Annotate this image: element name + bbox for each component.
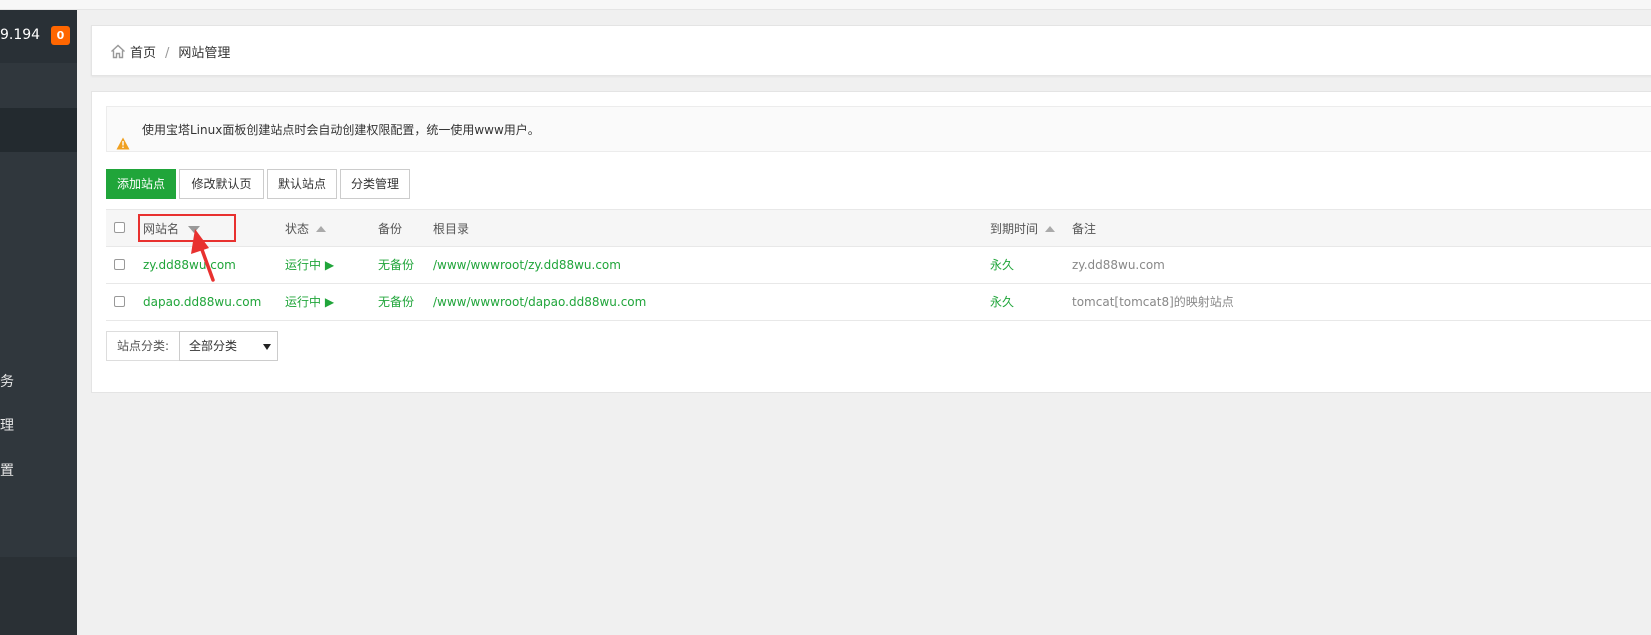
column-header-expire-label: 到期时间 <box>990 222 1039 236</box>
sort-asc-icon[interactable] <box>1045 226 1056 232</box>
column-header-expire[interactable]: 到期时间 <box>990 210 1056 248</box>
site-name-link[interactable]: dapao.dd88wu.com <box>143 284 261 321</box>
home-icon[interactable] <box>110 44 126 63</box>
website-list-card: 使用宝塔Linux面板创建站点时会自动创建权限配置，统一使用www用户。 添加站… <box>91 91 1651 393</box>
sidebar: 9.194 0 务 理 置 <box>0 10 77 635</box>
sidebar-item-tasks[interactable]: 务 <box>0 371 14 391</box>
category-select[interactable]: 全部分类 <box>179 331 279 361</box>
column-header-status-label: 状态 <box>285 222 310 236</box>
warning-icon <box>116 123 130 169</box>
sidebar-item-settings[interactable]: 置 <box>0 460 14 480</box>
site-expire-link[interactable]: 永久 <box>990 284 1014 321</box>
default-site-button[interactable]: 默认站点 <box>267 169 337 199</box>
chevron-down-icon <box>263 344 272 350</box>
category-manage-button[interactable]: 分类管理 <box>340 169 410 199</box>
category-select-value: 全部分类 <box>189 339 238 353</box>
server-ip: 9.194 <box>0 27 41 43</box>
breadcrumb: 首页 / 网站管理 <box>110 42 230 63</box>
site-name-link[interactable]: zy.dd88wu.com <box>143 247 236 284</box>
breadcrumb-current: 网站管理 <box>178 46 231 61</box>
column-header-backup: 备份 <box>378 222 403 236</box>
site-category-filter: 站点分类: 全部分类 <box>106 331 279 361</box>
table-row: zy.dd88wu.com 运行中 ▶ 无备份 /www/wwwroot/zy.… <box>106 247 1651 284</box>
row-checkbox[interactable] <box>114 259 125 270</box>
site-table: 网站名 状态 备份 根目录 到期时间 备注 zy.dd88wu.com 运行中 … <box>106 209 1651 321</box>
sort-asc-icon[interactable] <box>316 226 327 232</box>
site-status-toggle[interactable]: 运行中 ▶ <box>285 247 334 284</box>
site-expire-link[interactable]: 永久 <box>990 247 1014 284</box>
row-checkbox[interactable] <box>114 296 125 307</box>
column-header-root: 根目录 <box>433 222 470 236</box>
site-root-link[interactable]: /www/wwwroot/zy.dd88wu.com <box>433 247 621 284</box>
site-root-link[interactable]: /www/wwwroot/dapao.dd88wu.com <box>433 284 646 321</box>
notice-text: 使用宝塔Linux面板创建站点时会自动创建权限配置，统一使用www用户。 <box>142 123 540 137</box>
site-remark[interactable]: zy.dd88wu.com <box>1072 247 1165 284</box>
sidebar-item-website-active[interactable] <box>0 108 77 152</box>
annotation-highlight-box <box>138 214 236 242</box>
sidebar-item-manage[interactable]: 理 <box>0 415 14 435</box>
site-remark[interactable]: tomcat[tomcat8]的映射站点 <box>1072 284 1234 321</box>
server-ip-bar: 9.194 0 <box>0 10 77 63</box>
category-filter-label: 站点分类: <box>106 331 180 361</box>
toolbar: 添加站点 修改默认页 默认站点 分类管理 <box>106 169 413 199</box>
breadcrumb-home[interactable]: 首页 <box>130 46 156 61</box>
permission-notice: 使用宝塔Linux面板创建站点时会自动创建权限配置，统一使用www用户。 <box>106 106 1651 152</box>
breadcrumb-separator: / <box>165 46 170 61</box>
select-all-checkbox[interactable] <box>114 222 125 233</box>
sidebar-bottom <box>0 557 77 635</box>
site-backup-link[interactable]: 无备份 <box>378 284 414 321</box>
site-backup-link[interactable]: 无备份 <box>378 247 414 284</box>
edit-default-page-button[interactable]: 修改默认页 <box>179 169 264 199</box>
site-status-toggle[interactable]: 运行中 ▶ <box>285 284 334 321</box>
table-row: dapao.dd88wu.com 运行中 ▶ 无备份 /www/wwwroot/… <box>106 284 1651 321</box>
add-site-button[interactable]: 添加站点 <box>106 169 176 199</box>
column-header-status[interactable]: 状态 <box>285 210 327 248</box>
column-header-remark: 备注 <box>1072 222 1097 236</box>
table-header: 网站名 状态 备份 根目录 到期时间 备注 <box>106 209 1651 247</box>
notification-badge[interactable]: 0 <box>51 26 70 45</box>
breadcrumb-card: 首页 / 网站管理 <box>91 25 1651 76</box>
browser-top-strip <box>0 0 1651 10</box>
